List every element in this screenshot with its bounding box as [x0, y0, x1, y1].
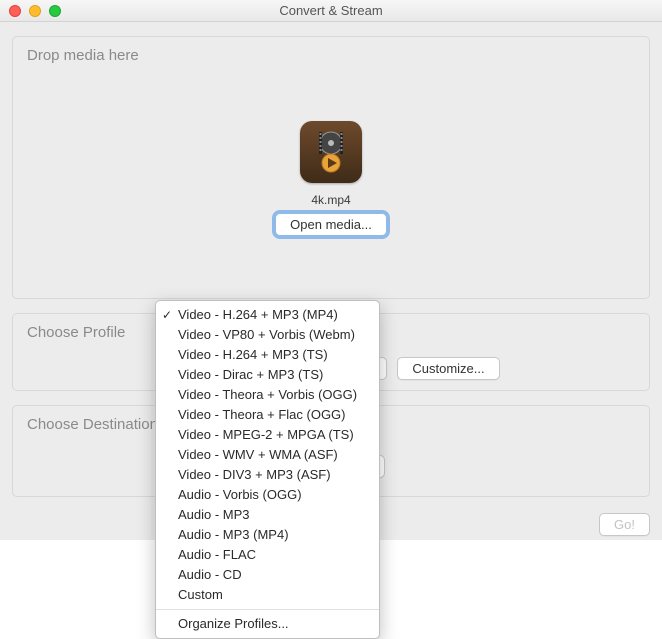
drop-area[interactable]: 4k.mp4 Open media... — [27, 72, 635, 284]
profile-option[interactable]: Video - H.264 + MP3 (TS) — [156, 345, 379, 365]
profile-option[interactable]: Audio - FLAC — [156, 545, 379, 565]
profile-option[interactable]: Video - DIV3 + MP3 (ASF) — [156, 465, 379, 485]
profile-option[interactable]: Video - VP80 + Vorbis (Webm) — [156, 325, 379, 345]
profile-option[interactable]: Audio - MP3 — [156, 505, 379, 525]
profile-option[interactable]: Video - MPEG-2 + MPGA (TS) — [156, 425, 379, 445]
profile-dropdown-menu: Video - H.264 + MP3 (MP4)Video - VP80 + … — [155, 300, 380, 639]
profile-option[interactable]: Video - WMV + WMA (ASF) — [156, 445, 379, 465]
drop-media-title: Drop media here — [27, 47, 635, 64]
profile-option[interactable]: Video - Dirac + MP3 (TS) — [156, 365, 379, 385]
window-title: Convert & Stream — [0, 3, 662, 18]
profile-option[interactable]: Video - Theora + Flac (OGG) — [156, 405, 379, 425]
profile-option[interactable]: Custom — [156, 585, 379, 605]
profile-option[interactable]: Audio - CD — [156, 565, 379, 585]
traffic-lights — [0, 5, 61, 17]
go-button[interactable]: Go! — [599, 513, 650, 536]
profile-option[interactable]: Audio - MP3 (MP4) — [156, 525, 379, 545]
drop-media-panel: Drop media here 4k.mp4 Open media... — [12, 36, 650, 299]
customize-button[interactable]: Customize... — [397, 357, 499, 380]
media-filename: 4k.mp4 — [311, 193, 350, 207]
minimize-icon[interactable] — [29, 5, 41, 17]
media-file-icon[interactable] — [300, 121, 362, 183]
profile-option[interactable]: Audio - Vorbis (OGG) — [156, 485, 379, 505]
zoom-icon[interactable] — [49, 5, 61, 17]
profile-option[interactable]: Video - Theora + Vorbis (OGG) — [156, 385, 379, 405]
profile-option[interactable]: Video - H.264 + MP3 (MP4) — [156, 305, 379, 325]
titlebar: Convert & Stream — [0, 0, 662, 22]
close-icon[interactable] — [9, 5, 21, 17]
open-media-button[interactable]: Open media... — [275, 213, 387, 236]
menu-separator — [156, 609, 379, 610]
organize-profiles-item[interactable]: Organize Profiles... — [156, 614, 379, 634]
